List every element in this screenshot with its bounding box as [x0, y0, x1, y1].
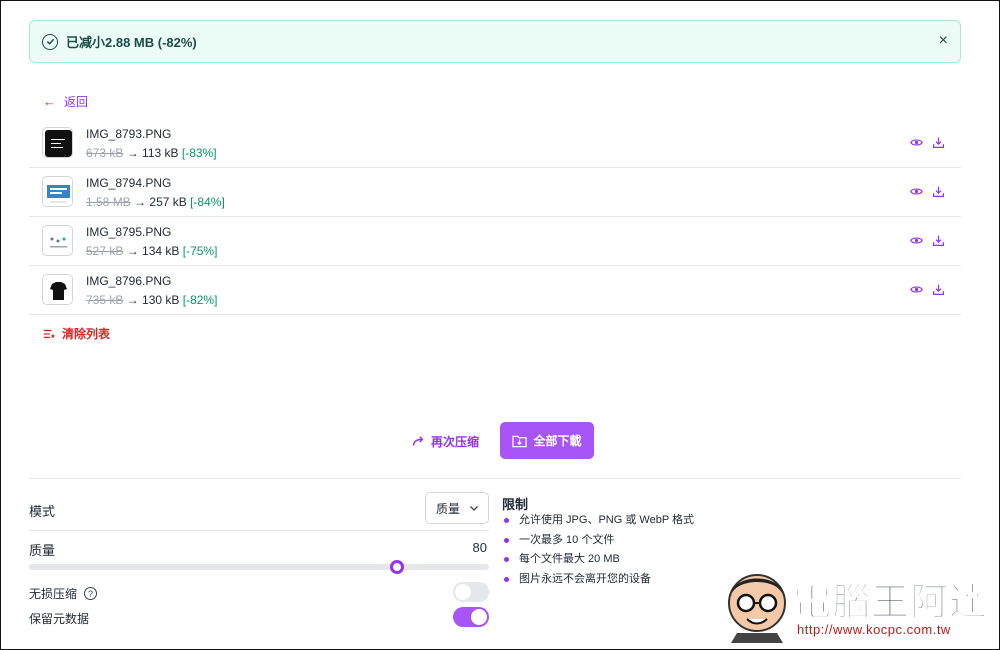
eye-icon[interactable]	[909, 184, 923, 198]
success-banner: 已减小2.88 MB (-82%) ×	[29, 20, 961, 63]
download-all-button[interactable]: 全部下載	[500, 422, 594, 459]
clear-list-button[interactable]: 清除列表	[43, 325, 110, 342]
back-label: 返回	[64, 95, 89, 109]
eye-icon[interactable]	[909, 233, 923, 247]
toggle-knob	[455, 584, 471, 600]
list-item: 每个文件最大 20 MB	[502, 551, 694, 571]
download-icon[interactable]	[931, 184, 945, 198]
arrow-left-icon: ←	[43, 94, 56, 109]
mascot-icon	[728, 574, 786, 643]
file-row: IMG_8796.PNG 735 kB → 130 kB [-82%]	[29, 266, 961, 315]
list-item: 允许使用 JPG、PNG 或 WebP 格式	[502, 512, 694, 532]
mode-label: 模式	[29, 504, 56, 519]
divider	[29, 478, 961, 479]
row-actions	[909, 135, 945, 149]
watermark: 電腦王阿達 http://www.kocpc.com.tw	[723, 567, 995, 645]
file-name: IMG_8793.PNG	[86, 127, 172, 141]
folder-download-icon	[512, 435, 528, 447]
quality-value: 80	[472, 540, 487, 555]
file-row: IMG_8793.PNG 673 kB → 113 kB [-83%]	[29, 119, 961, 168]
chevron-down-icon	[470, 506, 478, 511]
file-row: IMG_8794.PNG 1.58 MB → 257 kB [-84%]	[29, 168, 961, 217]
file-thumbnail	[42, 176, 73, 207]
file-name: IMG_8796.PNG	[86, 274, 172, 288]
watermark-url: http://www.kocpc.com.tw	[797, 622, 951, 637]
file-name: IMG_8794.PNG	[86, 176, 172, 190]
lossless-label: 无损压缩 ?	[29, 585, 98, 602]
quality-slider-thumb[interactable]	[390, 560, 404, 574]
eye-icon[interactable]	[909, 282, 923, 296]
help-icon[interactable]: ?	[84, 587, 98, 600]
lossless-toggle[interactable]	[453, 582, 489, 602]
bullet-icon	[504, 537, 509, 543]
list-item: 图片永远不会离开您的设备	[502, 571, 694, 591]
redo-icon	[412, 435, 424, 446]
file-size: 1.58 MB → 257 kB [-84%]	[86, 195, 225, 209]
download-icon[interactable]	[931, 282, 945, 296]
row-actions	[909, 233, 945, 247]
mode-select[interactable]: 质量	[425, 492, 489, 524]
recompress-label: 再次压缩	[431, 435, 480, 449]
file-list: IMG_8793.PNG 673 kB → 113 kB [-83%] IMG_…	[29, 119, 961, 315]
eye-icon[interactable]	[909, 135, 923, 149]
file-thumbnail	[42, 127, 73, 158]
file-thumbnail	[42, 274, 73, 305]
back-link[interactable]: ← 返回	[43, 93, 88, 110]
close-icon[interactable]: ×	[939, 33, 948, 49]
file-size: 527 kB → 134 kB [-75%]	[86, 244, 218, 258]
list-item: 一次最多 10 个文件	[502, 532, 694, 552]
download-icon[interactable]	[931, 233, 945, 247]
download-icon[interactable]	[931, 135, 945, 149]
banner-message: 已减小2.88 MB (-82%)	[66, 35, 197, 50]
file-size: 673 kB → 113 kB [-83%]	[86, 146, 217, 160]
divider	[29, 530, 489, 531]
file-name: IMG_8795.PNG	[86, 225, 172, 239]
bullet-icon	[504, 557, 509, 562]
toggle-knob	[471, 609, 487, 625]
bullet-icon	[504, 576, 509, 582]
clear-list-label: 清除列表	[62, 327, 111, 341]
quality-label: 质量	[29, 543, 56, 558]
bullet-icon	[504, 518, 509, 523]
row-actions	[909, 282, 945, 296]
row-actions	[909, 184, 945, 198]
metadata-toggle[interactable]	[453, 607, 489, 627]
file-row: IMG_8795.PNG 527 kB → 134 kB [-75%]	[29, 217, 961, 266]
file-size: 735 kB → 130 kB [-82%]	[86, 293, 218, 307]
recompress-button[interactable]: 再次压缩	[411, 433, 479, 450]
quality-slider[interactable]	[29, 564, 489, 570]
limits-title: 限制	[502, 497, 529, 512]
watermark-title: 電腦王阿達	[792, 582, 989, 625]
mode-select-value: 质量	[436, 501, 461, 516]
check-circle-icon	[42, 33, 58, 50]
file-thumbnail	[42, 225, 73, 256]
clear-list-icon	[43, 329, 55, 338]
limits-list: 允许使用 JPG、PNG 或 WebP 格式 一次最多 10 个文件 每个文件最…	[502, 512, 694, 590]
download-all-label: 全部下載	[533, 434, 582, 448]
metadata-label: 保留元数据	[29, 612, 90, 626]
